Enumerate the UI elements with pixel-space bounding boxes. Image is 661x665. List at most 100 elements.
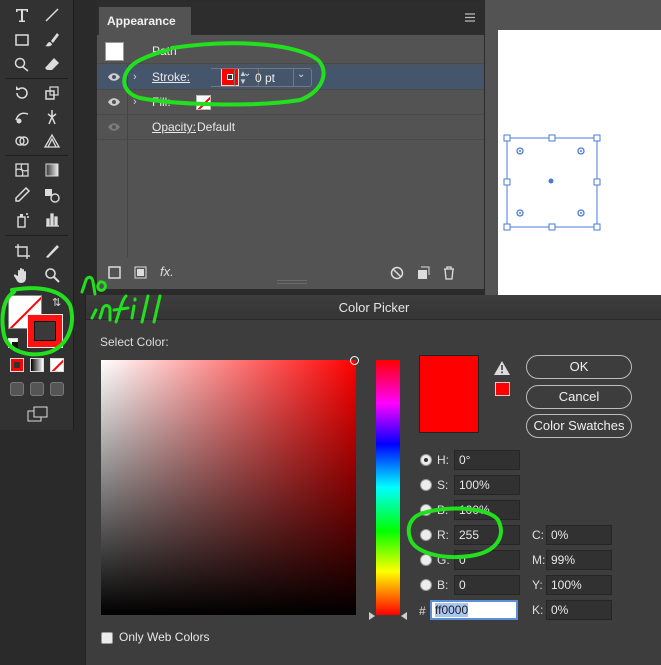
expand-chevron-icon[interactable]: › <box>133 96 137 108</box>
chevron-down-icon[interactable]: ⌄ <box>297 69 305 80</box>
appearance-row-fill[interactable]: › Fill: <box>97 90 484 115</box>
hue-radio[interactable] <box>420 454 432 466</box>
appearance-row-stroke[interactable]: › Stroke: ⌄ ▲ ▼ 0 pt ⌄ <box>97 65 484 90</box>
ok-button[interactable]: OK <box>526 355 632 379</box>
green-label: G: <box>437 553 450 567</box>
black-field-row: K: 0% <box>532 600 642 620</box>
yellow-input[interactable]: 100% <box>546 575 612 595</box>
screen-mode-icon[interactable] <box>27 406 49 422</box>
swap-fill-stroke-icon[interactable]: ⇅ <box>52 296 61 309</box>
default-fill-stroke-icon[interactable] <box>8 338 18 348</box>
brightness-input[interactable]: 100% <box>454 500 520 520</box>
column-graph-tool-icon[interactable] <box>40 209 64 231</box>
fx-icon[interactable]: fx. <box>160 264 174 279</box>
hue-slider[interactable] <box>376 360 400 615</box>
symbol-sprayer-tool-icon[interactable] <box>10 209 34 231</box>
slice-tool-icon[interactable] <box>40 240 64 262</box>
hex-hash-label: # <box>419 604 426 618</box>
artboard-tool-icon[interactable] <box>10 240 34 262</box>
out-of-gamut-warning-icon[interactable] <box>494 361 510 375</box>
hue-label: H: <box>437 453 449 467</box>
line-segment-tool-icon[interactable] <box>40 4 64 26</box>
gradient-mode-icon[interactable] <box>30 358 44 372</box>
zoom-tool-icon[interactable] <box>40 264 64 286</box>
shape-builder-tool-icon[interactable] <box>10 130 34 152</box>
hex-input[interactable]: ff0000 <box>430 600 518 620</box>
opacity-label[interactable]: Opacity: <box>152 120 196 134</box>
green-radio[interactable] <box>420 554 432 566</box>
draw-inside-icon[interactable] <box>50 382 64 396</box>
eraser-tool-icon[interactable] <box>40 53 64 75</box>
warp-tool-icon[interactable] <box>10 106 34 128</box>
hue-slider-right-arrow[interactable] <box>401 612 407 620</box>
saturation-brightness-field[interactable] <box>101 360 356 615</box>
color-swatches-button[interactable]: Color Swatches <box>526 414 632 438</box>
blue-label: B: <box>437 578 449 592</box>
hue-slider-left-arrow[interactable] <box>369 612 375 620</box>
puppet-warp-tool-icon[interactable] <box>40 106 64 128</box>
stroke-weight-value[interactable]: 0 pt <box>255 71 275 85</box>
magenta-input[interactable]: 99% <box>546 550 612 570</box>
none-mode-icon[interactable] <box>50 358 64 372</box>
cancel-button[interactable]: Cancel <box>526 385 632 409</box>
stroke-label[interactable]: Stroke: <box>152 70 190 84</box>
brightness-radio[interactable] <box>420 504 432 516</box>
appearance-row-path[interactable]: Path <box>97 39 484 64</box>
weight-stepper-icon[interactable]: ▲ ▼ <box>239 70 247 86</box>
select-color-label: Select Color: <box>100 335 169 349</box>
red-field-row: R: 255 <box>420 525 520 545</box>
delete-item-icon[interactable] <box>441 265 457 281</box>
only-web-colors-checkbox[interactable] <box>101 632 113 644</box>
eyedropper-tool-icon[interactable] <box>10 184 34 206</box>
blend-tool-icon[interactable] <box>40 184 64 206</box>
draw-normal-icon[interactable] <box>10 382 24 396</box>
opacity-value: Default <box>197 120 236 134</box>
green-input[interactable]: 0 <box>454 550 520 570</box>
stroke-swatch[interactable] <box>27 314 63 348</box>
paintbrush-tool-icon[interactable] <box>40 29 64 51</box>
hue-input[interactable]: 0° <box>454 450 520 470</box>
panel-resize-grip[interactable] <box>277 280 307 284</box>
red-radio[interactable] <box>420 529 432 541</box>
clear-appearance-icon[interactable] <box>389 265 405 281</box>
fill-label[interactable]: Fill: <box>152 95 171 109</box>
appearance-row-opacity[interactable]: Opacity: Default <box>97 115 484 140</box>
only-web-colors-label[interactable]: Only Web Colors <box>119 630 209 644</box>
new-fill-icon[interactable] <box>133 265 149 281</box>
hex-input-selected-text: ff0000 <box>435 603 469 617</box>
rectangle-tool-icon[interactable] <box>10 29 34 51</box>
duplicate-item-icon[interactable] <box>415 265 431 281</box>
saturation-radio[interactable] <box>420 479 432 491</box>
gradient-tool-icon[interactable] <box>40 159 64 181</box>
visibility-eye-icon[interactable] <box>107 97 121 107</box>
blue-input[interactable]: 0 <box>454 575 520 595</box>
hand-tool-icon[interactable] <box>10 264 34 286</box>
color-field-marker[interactable] <box>350 356 359 365</box>
expand-chevron-icon[interactable]: › <box>133 71 137 83</box>
dialog-title: Color Picker <box>86 295 661 320</box>
selected-rectangle[interactable] <box>500 130 610 235</box>
appearance-footer: fx. <box>97 257 484 289</box>
panel-menu-icon[interactable] <box>465 13 475 22</box>
saturation-field-row: S: 100% <box>420 475 520 495</box>
draw-behind-icon[interactable] <box>30 382 44 396</box>
color-mode-icon[interactable] <box>10 358 24 372</box>
cyan-input[interactable]: 0% <box>546 525 612 545</box>
rotate-tool-icon[interactable] <box>10 82 34 104</box>
saturation-input[interactable]: 100% <box>454 475 520 495</box>
mesh-tool-icon[interactable] <box>10 159 34 181</box>
visibility-eye-icon <box>108 123 120 131</box>
type-tool-icon[interactable] <box>10 4 34 26</box>
red-input[interactable]: 255 <box>454 525 520 545</box>
perspective-grid-tool-icon[interactable] <box>40 130 64 152</box>
tab-appearance[interactable]: Appearance <box>99 7 191 35</box>
scale-tool-icon[interactable] <box>40 82 64 104</box>
visibility-eye-icon[interactable] <box>107 72 121 82</box>
black-input[interactable]: 0% <box>546 600 612 620</box>
shaper-tool-icon[interactable] <box>10 53 34 75</box>
stroke-weight-field[interactable]: ▲ ▼ 0 pt ⌄ <box>234 68 312 87</box>
new-stroke-icon[interactable] <box>107 265 123 281</box>
fill-none-swatch[interactable] <box>196 95 211 110</box>
blue-radio[interactable] <box>420 579 432 591</box>
gamut-correction-swatch[interactable] <box>495 382 510 396</box>
